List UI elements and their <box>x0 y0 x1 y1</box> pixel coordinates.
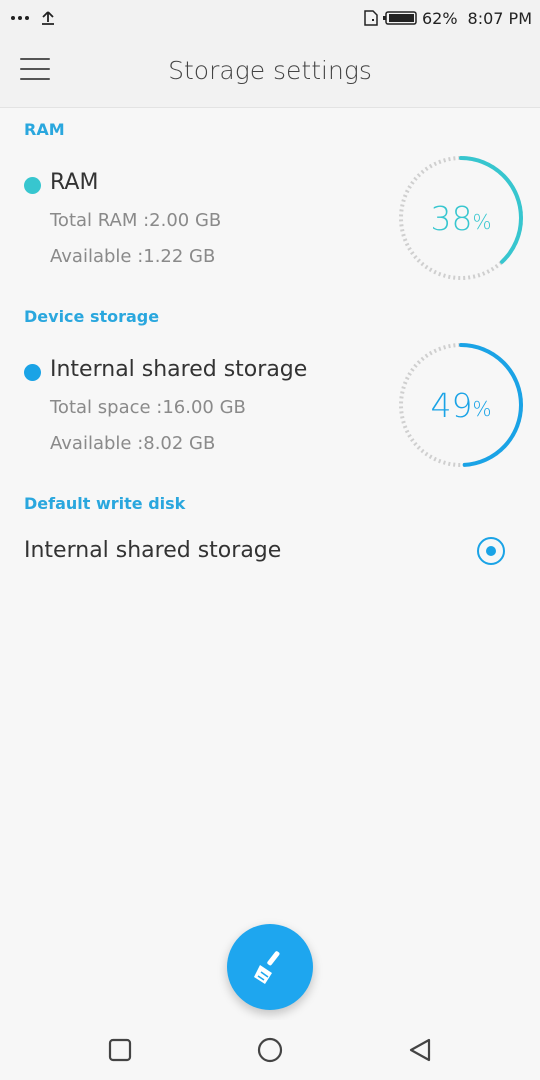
clean-button[interactable] <box>227 924 313 1010</box>
square-recents-icon[interactable] <box>106 1036 134 1064</box>
ram-available: Available :1.22 GB <box>50 246 216 267</box>
app-bar: Storage settings <box>0 36 540 108</box>
ram-percent-sign: % <box>472 210 492 234</box>
section-header-device-storage: Device storage <box>24 307 160 326</box>
storage-percent-label: 49% <box>396 340 526 470</box>
circle-home-icon[interactable] <box>256 1036 284 1064</box>
clock: 8:07 PM <box>467 8 532 28</box>
status-left <box>10 6 56 30</box>
triangle-back-icon[interactable] <box>406 1036 434 1064</box>
ram-title: RAM <box>50 170 99 195</box>
storage-percent-sign: % <box>472 397 492 421</box>
page-title: Storage settings <box>168 56 372 85</box>
status-bar: 62% 8:07 PM <box>0 0 540 36</box>
storage-total: Total space :16.00 GB <box>50 397 246 418</box>
storage-color-dot <box>24 364 41 381</box>
nav-bar <box>0 1020 540 1080</box>
write-disk-radio[interactable] <box>477 537 505 565</box>
storage-usage-ring: 49% <box>396 340 526 470</box>
storage-percent-value: 49 <box>430 385 473 425</box>
ram-total: Total RAM :2.00 GB <box>50 210 222 231</box>
sim-icon <box>364 10 378 26</box>
battery-percent: 62% <box>421 8 458 28</box>
broom-clean-icon <box>254 951 280 984</box>
more-dots-icon <box>11 16 29 20</box>
ram-percent-value: 38 <box>430 198 473 238</box>
write-disk-option-label[interactable]: Internal shared storage <box>24 538 281 563</box>
ram-usage-ring: 38% <box>396 153 526 283</box>
section-header-ram: RAM <box>24 120 65 139</box>
storage-title: Internal shared storage <box>50 357 308 382</box>
battery-icon <box>382 11 417 25</box>
ram-color-dot <box>24 177 41 194</box>
ram-percent-label: 38% <box>396 153 526 283</box>
upload-icon <box>42 11 54 25</box>
section-header-default-write-disk: Default write disk <box>24 494 186 513</box>
status-right: 62% 8:07 PM <box>364 6 532 30</box>
storage-available: Available :8.02 GB <box>50 433 216 454</box>
